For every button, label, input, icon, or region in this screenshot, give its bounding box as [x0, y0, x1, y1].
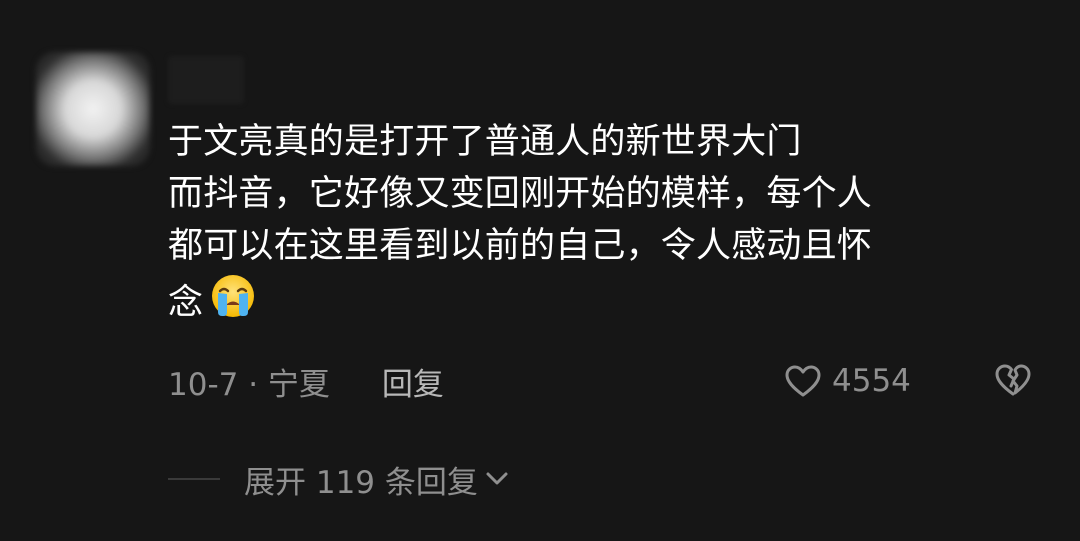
- comment-line-text: 念: [168, 283, 204, 323]
- reply-button[interactable]: 回复: [382, 359, 444, 404]
- comment-card: 于文亮真的是打开了普通人的新世界大门 而抖音，它好像又变回刚开始的模样，每个人 …: [0, 0, 1080, 541]
- username-blurred[interactable]: [168, 56, 244, 104]
- comment-meta: 10-7 · 宁夏 回复: [168, 354, 444, 408]
- expand-replies-button[interactable]: 展开 119 条回复: [168, 452, 510, 506]
- avatar[interactable]: [36, 52, 150, 166]
- comment-text: 于文亮真的是打开了普通人的新世界大门 而抖音，它好像又变回刚开始的模样，每个人 …: [168, 116, 1028, 329]
- date-location: 10-7 · 宁夏: [168, 366, 330, 403]
- chevron-down-icon: [486, 472, 508, 485]
- comment-line: 而抖音，它好像又变回刚开始的模样，每个人: [168, 174, 873, 214]
- divider: [168, 478, 220, 480]
- like-count: 4554: [832, 363, 911, 399]
- expand-replies-label: 展开 119 条回复: [244, 464, 478, 501]
- comment-line: 于文亮真的是打开了普通人的新世界大门: [168, 122, 802, 162]
- like-button[interactable]: 4554: [784, 354, 911, 408]
- loudly-crying-face-icon: [212, 275, 255, 317]
- heart-icon: [785, 365, 821, 397]
- comment-line: 都可以在这里看到以前的自己，令人感动且怀: [168, 226, 873, 266]
- comment-line-last: 念: [168, 272, 1028, 329]
- broken-heart-icon[interactable]: [994, 362, 1032, 398]
